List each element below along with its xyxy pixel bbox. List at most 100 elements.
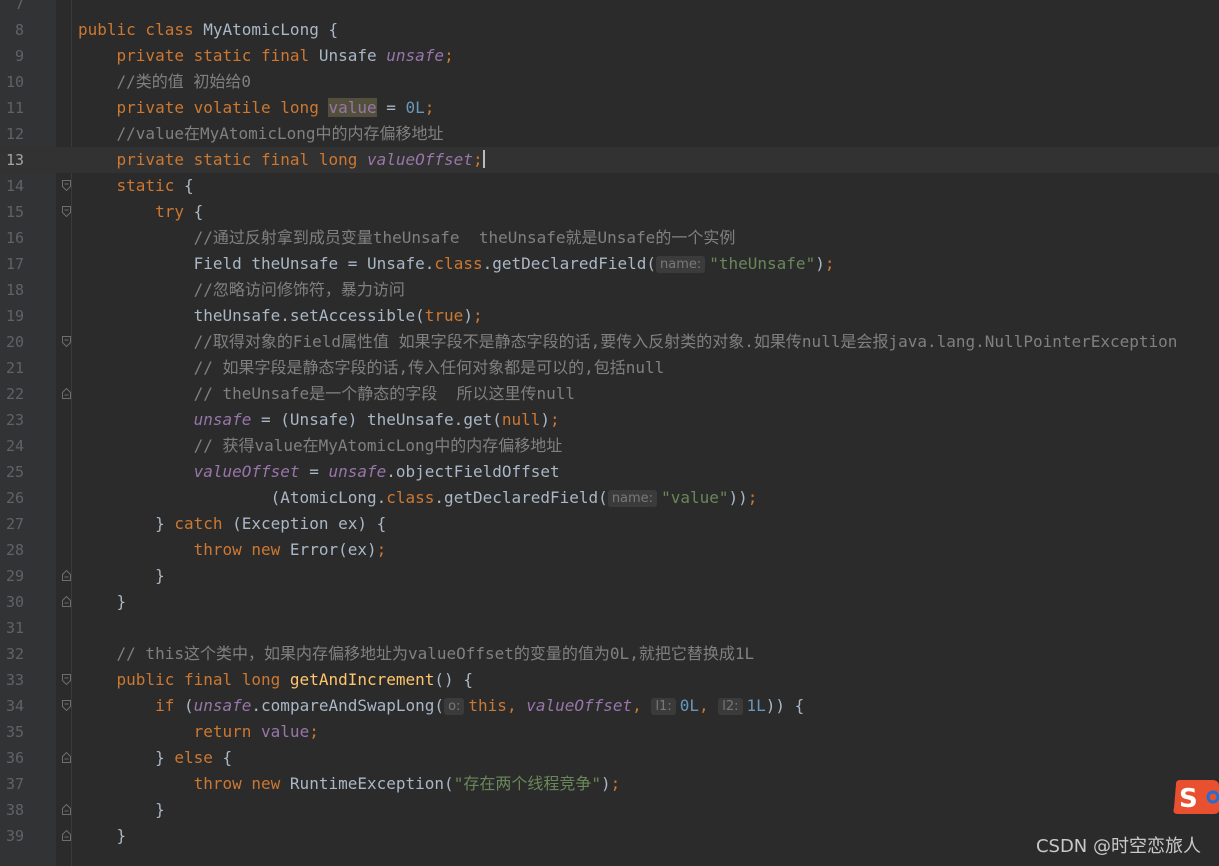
- code-line[interactable]: 33 public final long getAndIncrement() {: [0, 667, 1219, 693]
- code-token: this,: [468, 696, 527, 715]
- code-text: }: [78, 563, 165, 589]
- fold-open-icon[interactable]: [62, 674, 71, 685]
- code-line[interactable]: 23 unsafe = (Unsafe) theUnsafe.get(null)…: [0, 407, 1219, 433]
- code-token: ,: [632, 696, 652, 715]
- code-text: Field theUnsafe = Unsafe.class.getDeclar…: [78, 251, 834, 277]
- fold-close-icon[interactable]: [62, 596, 71, 607]
- fold-close-icon[interactable]: [62, 830, 71, 841]
- code-text: private static final long valueOffset;: [78, 147, 485, 173]
- code-token: getAndIncrement: [289, 670, 435, 689]
- code-token: ,: [698, 696, 719, 715]
- line-number: 22: [5, 385, 24, 403]
- code-token: {: [222, 748, 233, 767]
- code-line[interactable]: 17 Field theUnsafe = Unsafe.class.getDec…: [0, 251, 1219, 277]
- line-number: 16: [5, 229, 24, 247]
- code-line[interactable]: 9 private static final Unsafe unsafe;: [0, 43, 1219, 69]
- code-line[interactable]: 30 }: [0, 589, 1219, 615]
- code-token: //取得对象的Field属性值 如果字段不是静态字段的话,要传入反射类的对象.如…: [193, 332, 1178, 351]
- code-line[interactable]: 8 public class MyAtomicLong {: [0, 17, 1219, 43]
- fold-close-icon[interactable]: [62, 804, 71, 815]
- fold-close-icon[interactable]: [62, 388, 71, 399]
- code-line[interactable]: 29 }: [0, 563, 1219, 589]
- code-text: static {: [78, 173, 194, 199]
- code-line[interactable]: 14 static {: [0, 173, 1219, 199]
- code-line[interactable]: 20 //取得对象的Field属性值 如果字段不是静态字段的话,要传入反射类的对…: [0, 329, 1219, 355]
- code-token: "value": [661, 488, 729, 507]
- code-token: }: [155, 514, 175, 533]
- code-token: Error(ex): [289, 540, 377, 559]
- fold-open-icon[interactable]: [62, 700, 71, 711]
- code-line[interactable]: 11 private volatile long value = 0L;: [0, 95, 1219, 121]
- code-token: true: [424, 306, 464, 325]
- ime-logo-icon: S: [1172, 780, 1219, 814]
- parameter-hint: l2:: [718, 698, 743, 715]
- code-line[interactable]: 15 try {: [0, 199, 1219, 225]
- watermark: CSDN @时空恋旅人: [1035, 836, 1201, 857]
- code-token: null: [501, 410, 541, 429]
- code-line[interactable]: 35 return value;: [0, 719, 1219, 745]
- code-line[interactable]: 25 valueOffset = unsafe.objectFieldOffse…: [0, 459, 1219, 485]
- line-number: 11: [5, 99, 24, 117]
- line-number: 37: [5, 775, 24, 793]
- code-line[interactable]: 28 throw new Error(ex);: [0, 537, 1219, 563]
- fold-close-icon[interactable]: [62, 570, 71, 581]
- code-token: )): [728, 488, 748, 507]
- code-token: 0L: [679, 696, 699, 715]
- code-line[interactable]: 38 }: [0, 797, 1219, 823]
- code-line[interactable]: 18 //忽略访问修饰符，暴力访问: [0, 277, 1219, 303]
- code-line[interactable]: 34 if (unsafe.compareAndSwapLong(o: this,…: [0, 693, 1219, 719]
- fold-open-icon[interactable]: [62, 206, 71, 217]
- code-line[interactable]: 26 (AtomicLong.class.getDeclaredField(na…: [0, 485, 1219, 511]
- code-token: (AtomicLong.: [270, 488, 387, 507]
- code-text: // 获得value在MyAtomicLong中的内存偏移地址: [78, 433, 563, 459]
- code-line[interactable]: 16 //通过反射拿到成员变量theUnsafe theUnsafe就是Unsa…: [0, 225, 1219, 251]
- code-token: catch: [174, 514, 233, 533]
- line-number: 35: [5, 723, 24, 741]
- code-token: ;: [309, 722, 319, 741]
- code-editor[interactable]: 7 8 public class MyAtomicLong {9 private s…: [0, 0, 1219, 866]
- code-token: unsafe: [193, 410, 252, 429]
- line-number: 9: [14, 47, 24, 65]
- code-line[interactable]: 36 } else {: [0, 745, 1219, 771]
- fold-open-icon[interactable]: [62, 336, 71, 347]
- code-token: Field theUnsafe = Unsafe.: [193, 254, 435, 273]
- code-line[interactable]: 37 throw new RuntimeException("存在两个线程竞争"…: [0, 771, 1219, 797]
- code-token: public final long: [116, 670, 290, 689]
- code-token: 0L: [405, 98, 425, 117]
- code-line[interactable]: 13 private static final long valueOffset…: [0, 147, 1219, 173]
- code-line[interactable]: 32 // this这个类中，如果内存偏移地址为valueOffset的变量的值…: [0, 641, 1219, 667]
- code-token: try: [155, 202, 194, 221]
- code-line[interactable]: 12 //value在MyAtomicLong中的内存偏移地址: [0, 121, 1219, 147]
- line-number: 19: [5, 307, 24, 325]
- code-text: valueOffset = unsafe.objectFieldOffset: [78, 459, 560, 485]
- code-line[interactable]: 21 // 如果字段是静态字段的话,传入任何对象都是可以的,包括null: [0, 355, 1219, 381]
- code-line[interactable]: 24 // 获得value在MyAtomicLong中的内存偏移地址: [0, 433, 1219, 459]
- code-line[interactable]: 7: [0, 0, 1219, 17]
- code-token: valueOffset: [193, 462, 300, 481]
- code-line[interactable]: 10 //类的值 初始给0: [0, 69, 1219, 95]
- code-line[interactable]: 27 } catch (Exception ex) {: [0, 511, 1219, 537]
- code-token: ;: [472, 150, 483, 169]
- code-token: }: [116, 592, 127, 611]
- fold-close-icon[interactable]: [62, 752, 71, 763]
- code-line[interactable]: 31: [0, 615, 1219, 641]
- code-token: .getDeclaredField(: [482, 254, 656, 273]
- code-token: {: [183, 176, 194, 195]
- fold-open-icon[interactable]: [62, 180, 71, 191]
- code-line[interactable]: 19 theUnsafe.setAccessible(true);: [0, 303, 1219, 329]
- line-number: 20: [5, 333, 24, 351]
- code-line[interactable]: 22 // theUnsafe是一个静态的字段 所以这里传null: [0, 381, 1219, 407]
- line-number: 39: [5, 827, 24, 845]
- code-text: } catch (Exception ex) {: [78, 511, 386, 537]
- code-token: ;: [424, 98, 435, 117]
- code-token: // 如果字段是静态字段的话,传入任何对象都是可以的,包括null: [193, 358, 665, 377]
- code-text: }: [78, 823, 127, 849]
